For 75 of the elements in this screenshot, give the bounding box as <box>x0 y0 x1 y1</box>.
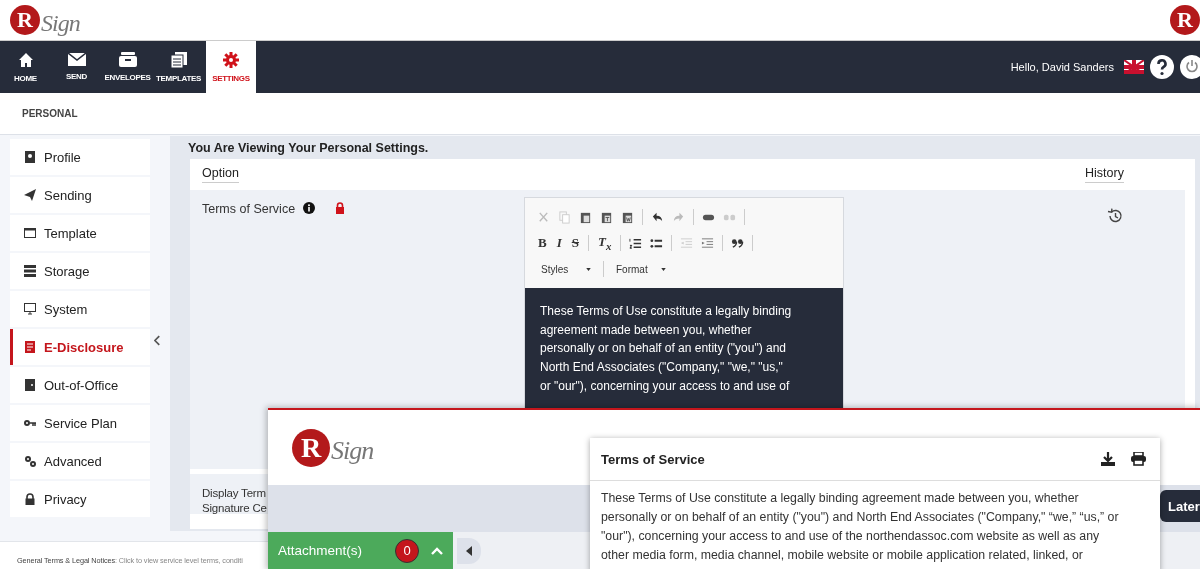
column-header: Option <box>202 166 239 183</box>
info-icon[interactable] <box>303 202 316 214</box>
style-dropdown[interactable]: Styles <box>537 263 595 275</box>
stack-icon <box>24 265 36 277</box>
door-icon <box>24 379 36 391</box>
terms-text: These Terms of Use constitute a legally binding agreement made between you, whether personally or on behalf of an entity ("you") and North End Associates ("Company," “we,” “us,” or "our"), concerning your access to and use of the northendassoc.com website as well as any other media form, media channel, mobile website or mobile application related, linked, or <box>600 490 1120 564</box>
option-label: Terms of Service <box>202 202 296 216</box>
panel-heading: You Are Viewing Your Personal Settings. <box>187 141 430 157</box>
paste-icon[interactable] <box>579 210 592 224</box>
sidebar-item[interactable]: Out-of-Office <box>10 367 150 403</box>
document-icon <box>24 341 36 353</box>
nav-tab[interactable]: SEND <box>51 41 102 93</box>
sidebar-item[interactable]: Template <box>10 215 150 251</box>
logo-mark: R <box>1170 5 1200 35</box>
logo-wordmark: Sign <box>331 435 374 466</box>
sidebar-item[interactable]: Storage <box>10 253 150 289</box>
nav-tab[interactable]: SETTINGS <box>206 41 256 93</box>
dialog-title: Terms of Service <box>601 451 706 467</box>
envelope-icon <box>67 53 86 66</box>
lock-icon <box>24 493 36 505</box>
sidebar-item[interactable]: E-Disclosure <box>10 329 150 365</box>
strikethrough-button[interactable]: S <box>570 235 580 251</box>
id-card-icon <box>24 151 36 163</box>
sidebar-item[interactable]: Sending <box>10 177 150 213</box>
logo-mark: R <box>292 428 330 467</box>
power-icon[interactable] <box>1180 55 1200 79</box>
chevron-up-icon <box>431 546 443 555</box>
indent-icon[interactable] <box>701 236 715 250</box>
italic-button[interactable]: I <box>555 235 563 251</box>
caret-left-icon <box>466 545 472 556</box>
numbered-list-icon[interactable] <box>629 236 643 250</box>
clear-formatting-button[interactable]: T$_{x}$ <box>596 234 613 252</box>
section-title: PERSONAL <box>22 108 78 119</box>
attachments-toggle[interactable]: Attachment(s) 0 <box>268 532 453 569</box>
caret-icon <box>661 267 666 271</box>
tray-icon <box>118 52 137 67</box>
gears-icon <box>24 455 36 467</box>
count-badge: 0 <box>395 538 419 563</box>
later-button[interactable]: Later <box>1160 490 1200 522</box>
style-dropdown[interactable]: Format <box>612 263 670 275</box>
sidebar-item[interactable]: Advanced <box>10 443 150 479</box>
flag-icon[interactable] <box>1124 60 1144 74</box>
home-icon <box>17 51 34 68</box>
paste-word-icon[interactable] <box>621 210 634 224</box>
greeting-text: Hello, David Sanders <box>1010 61 1114 73</box>
download-icon[interactable] <box>1101 452 1115 466</box>
print-icon[interactable] <box>1131 452 1146 466</box>
editor-text[interactable]: These Terms of Use constitute a legally binding agreement made between you, whether personally or on behalf of an entity ("you") and North End Associates ("Company," "we," "us," or "our"), concerning your access to and use of <box>525 288 843 410</box>
quote-icon[interactable] <box>731 236 745 250</box>
monitor-icon <box>24 303 36 315</box>
help-icon[interactable] <box>1150 55 1174 79</box>
documents-icon <box>170 51 187 68</box>
sidebar-item[interactable]: Privacy <box>10 481 150 517</box>
sidebar-item[interactable]: Profile <box>10 139 150 175</box>
undo-icon[interactable] <box>651 210 664 224</box>
option-label: Display Term Signature Ce <box>201 486 268 516</box>
caret-icon <box>586 267 591 271</box>
nav-tab[interactable]: HOME <box>0 41 51 93</box>
paste-text-icon[interactable] <box>600 210 613 224</box>
gear-icon <box>223 51 239 68</box>
paper-plane-icon <box>24 189 36 201</box>
sidebar-item[interactable]: System <box>10 291 150 327</box>
key-icon <box>24 417 36 429</box>
lock-icon <box>335 202 346 214</box>
nav-tab[interactable]: ENVELOPES <box>102 41 153 93</box>
window-icon <box>24 227 36 239</box>
collapse-button[interactable] <box>457 537 481 564</box>
bold-button[interactable]: B <box>537 235 548 251</box>
history-icon[interactable] <box>1107 208 1123 224</box>
column-header: History <box>1085 166 1124 183</box>
nav-tab[interactable]: TEMPLATES <box>153 41 204 93</box>
logo-wordmark: Sign <box>41 9 80 37</box>
bullet-list-icon[interactable] <box>650 236 664 250</box>
logo-mark: R <box>10 5 40 35</box>
sidebar-item[interactable]: Service Plan <box>10 405 150 441</box>
